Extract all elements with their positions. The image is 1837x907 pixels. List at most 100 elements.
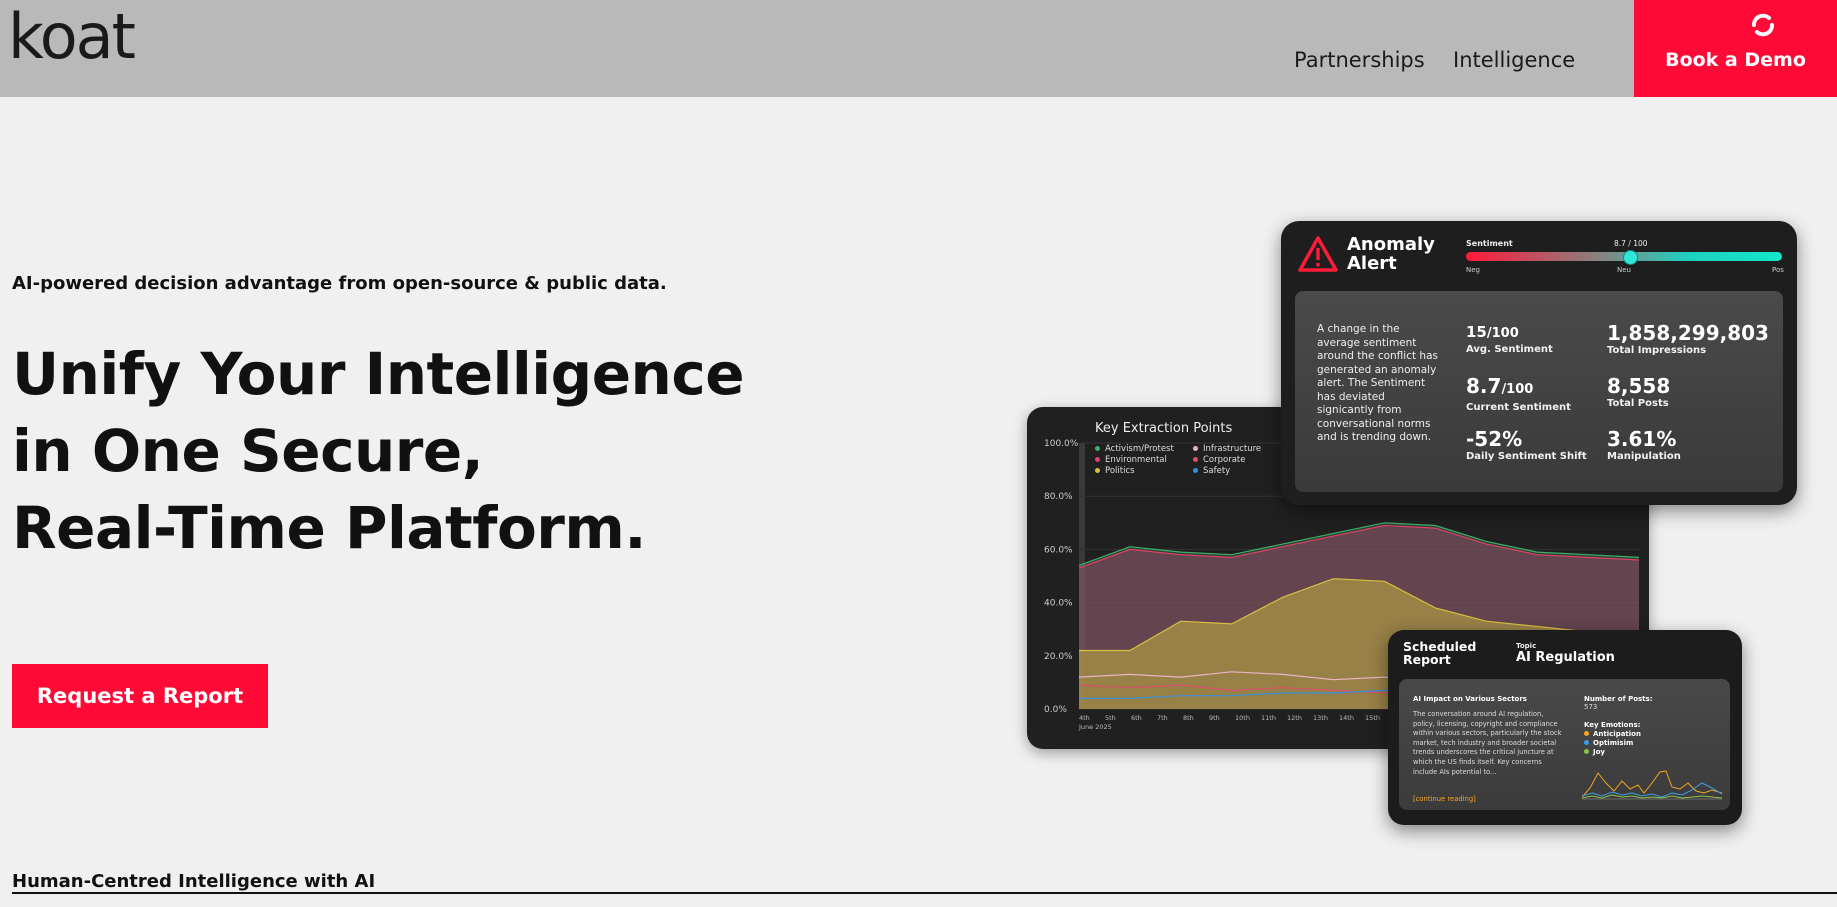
stat-label: Total Posts [1607,398,1669,409]
topic-label: Topic [1516,642,1537,650]
stat-value: 3.61% [1607,427,1677,451]
scheduled-title-line-2: Report [1403,652,1451,667]
legend-dot [1193,446,1198,451]
emotion-item: Anticipation [1584,730,1641,738]
anomaly-description: A change in the average sentiment around… [1317,323,1438,443]
hero-tagline: AI-powered decision advantage from open-… [12,273,667,294]
x-tick-label: 11th [1261,714,1276,722]
scheduled-title: Scheduled Report [1403,640,1476,666]
stat-value: 8,558 [1607,374,1671,398]
request-report-button[interactable]: Request a Report [12,664,268,728]
headline-line-2: in One Secure, [12,417,484,485]
top-bar: koat Partnerships Intelligence Book a De… [0,0,1837,97]
legend-item: Corporate [1193,455,1246,465]
legend-dot [1095,457,1100,462]
book-demo-label: Book a Demo [1665,49,1806,71]
koat-logo[interactable]: koat [8,6,136,68]
nav-intelligence[interactable]: Intelligence [1453,48,1575,72]
y-tick-label: 60.0% [1044,545,1073,555]
x-tick-label: 9th [1209,714,1220,722]
stat-manipulation: 3.61% Manipulation [1607,428,1681,462]
refresh-icon [1748,10,1778,44]
posts-label: Number of Posts: [1584,695,1653,703]
legend-label: Activism/Protest [1105,444,1174,454]
legend-label: Corporate [1203,455,1246,465]
legend-label: Politics [1105,466,1135,476]
x-tick-label: 8th [1183,714,1194,722]
y-tick-label: 40.0% [1044,599,1073,609]
x-tick-label: 14th [1339,714,1354,722]
stat-label: Manipulation [1607,451,1681,462]
stat-total-posts: 8,558 Total Posts [1607,375,1670,409]
emotion-dot [1584,740,1589,745]
stat-value: 8.7 [1466,374,1502,398]
legend-item: Infrastructure [1193,444,1261,454]
stat-label: Total Impressions [1607,345,1707,356]
headline-line-3: Real-Time Platform. [12,494,646,562]
x-tick-label: 6th [1131,714,1142,722]
y-tick-label: 80.0% [1044,492,1073,502]
topic-value: AI Regulation [1516,650,1615,665]
x-tick-label: 4th [1079,714,1090,722]
warning-icon [1297,235,1339,277]
stat-label: Avg. Sentiment [1466,344,1553,355]
emotion-dot [1584,749,1589,754]
x-tick-label: 15th [1365,714,1380,722]
stat-value: 1,858,299,803 [1607,321,1769,345]
stat-value: 15 [1466,323,1487,341]
stat-label: Current Sentiment [1466,402,1571,413]
book-demo-button[interactable]: Book a Demo [1634,0,1837,97]
emotions-label: Key Emotions: [1584,721,1641,729]
section-divider [12,892,1837,894]
anomaly-alert-card: Anomaly Alert Sentiment 8.7 / 100 Neg Ne… [1281,221,1797,505]
anomaly-details-panel: A change in the average sentiment around… [1295,291,1783,492]
continue-reading-link[interactable]: [continue reading] [1413,795,1476,803]
emotion-label: Joy [1593,748,1605,756]
nav-partnerships[interactable]: Partnerships [1294,48,1425,72]
stat-daily-shift: -52% Daily Sentiment Shift [1466,428,1587,462]
legend-label: Safety [1203,466,1231,476]
y-tick-label: 0.0% [1044,705,1067,715]
section-title: Human-Centred Intelligence with AI [12,871,376,892]
x-tick-label: 12th [1287,714,1302,722]
report-heading: AI Impact on Various Sectors [1413,695,1527,703]
x-axis-sublabel: June 2025 [1078,723,1112,731]
anomaly-title: Anomaly Alert [1347,235,1435,273]
emotion-label: Optimisim [1593,739,1634,747]
report-body: The conversation around AI regulation, p… [1413,710,1562,776]
chart-title: Key Extraction Points [1095,421,1233,436]
emotion-label: Anticipation [1593,730,1641,738]
stat-unit: /100 [1501,382,1534,397]
stat-current-sentiment: 8.7/100 Current Sentiment [1466,375,1571,413]
y-tick-label: 100.0% [1044,439,1079,449]
x-tick-label: 5th [1105,714,1116,722]
legend-dot [1095,468,1100,473]
x-tick-label: 7th [1157,714,1168,722]
headline-line-1: Unify Your Intelligence [12,340,745,408]
emotion-item: Optimisim [1584,739,1633,747]
legend-item: Activism/Protest [1095,444,1174,454]
stat-label: Daily Sentiment Shift [1466,451,1587,462]
legend-label: Environmental [1105,455,1167,465]
sentiment-label: Sentiment [1466,239,1513,248]
posts-value: 573 [1584,703,1598,711]
legend-item: Environmental [1095,455,1167,465]
stat-value: -52% [1466,427,1523,451]
stat-total-impressions: 1,858,299,803 Total Impressions [1607,322,1769,356]
stat-unit: /100 [1486,326,1519,341]
legend-item: Politics [1095,466,1135,476]
report-panel: AI Impact on Various Sectors The convers… [1399,679,1730,810]
x-tick-label: 10th [1235,714,1250,722]
x-tick-label: 13th [1313,714,1328,722]
legend-dot [1193,457,1198,462]
sentiment-value: 8.7 / 100 [1614,239,1648,248]
sentiment-knob [1623,250,1638,265]
stat-avg-sentiment: 15/100 Avg. Sentiment [1466,323,1553,355]
scale-neg: Neg [1466,266,1480,274]
legend-dot [1193,468,1198,473]
legend-item: Safety [1193,466,1230,476]
scale-pos: Pos [1772,266,1784,274]
scheduled-report-card: Scheduled Report Topic AI Regulation AI … [1388,630,1742,825]
anomaly-title-line-2: Alert [1347,253,1397,274]
legend-dot [1095,446,1100,451]
